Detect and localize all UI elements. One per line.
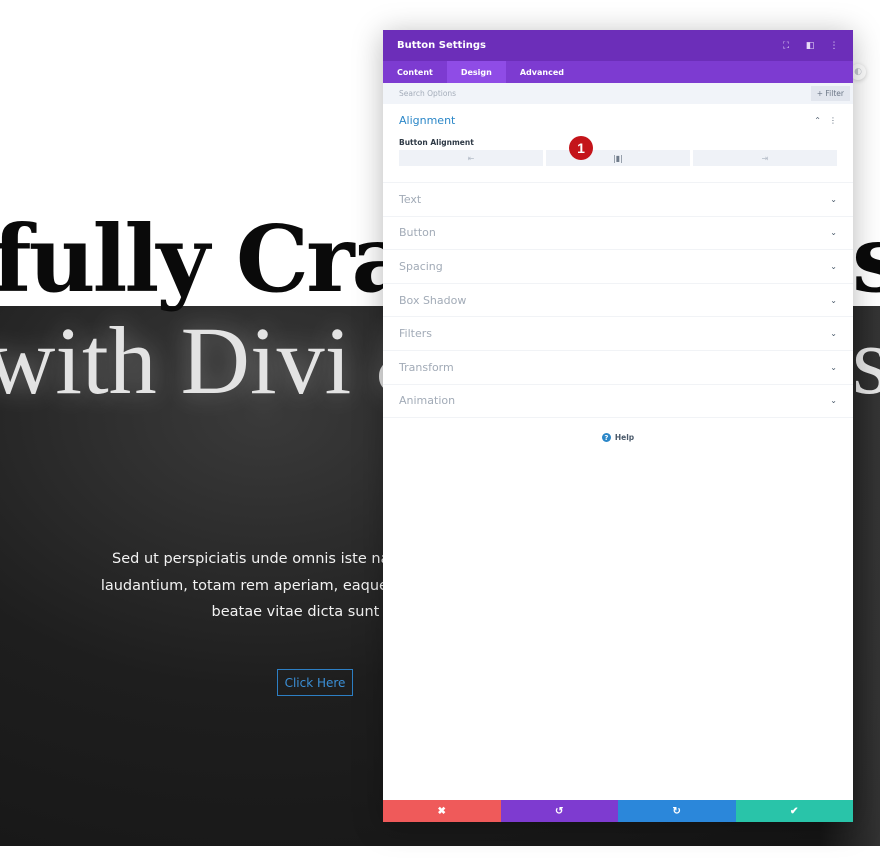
- hero-title-fragment: s: [852, 205, 880, 313]
- section-title: Spacing: [399, 259, 443, 273]
- section-title: Button: [399, 226, 436, 240]
- search-row: + Filter: [383, 83, 853, 104]
- help-icon: ?: [601, 433, 611, 443]
- more-options-icon[interactable]: ⋮: [829, 116, 837, 125]
- button-settings-modal: Button Settings ⛶ ◧ ⋮ Content Design Adv…: [383, 30, 853, 822]
- modal-tabs: Content Design Advanced: [383, 61, 853, 83]
- split-view-icon[interactable]: ◧: [805, 41, 815, 51]
- section-filters[interactable]: Filters ⌄: [383, 317, 853, 351]
- chevron-down-icon: ⌄: [830, 194, 837, 204]
- section-title: Filters: [399, 327, 432, 341]
- align-left-button[interactable]: ⇤: [399, 150, 543, 166]
- align-right-button[interactable]: ⇥: [693, 150, 837, 166]
- header-icons: ⛶ ◧ ⋮: [781, 41, 839, 51]
- section-animation[interactable]: Animation ⌄: [383, 385, 853, 419]
- search-options-input[interactable]: [399, 89, 699, 98]
- button-alignment-label: Button Alignment: [399, 138, 474, 147]
- modal-header: Button Settings ⛶ ◧ ⋮: [383, 30, 853, 61]
- section-box-shadow[interactable]: Box Shadow ⌄: [383, 284, 853, 318]
- undo-button[interactable]: ↺: [500, 800, 618, 822]
- save-button[interactable]: ✔: [735, 800, 853, 822]
- section-spacing[interactable]: Spacing ⌄: [383, 250, 853, 284]
- align-center-icon: |▮|: [613, 153, 623, 163]
- chevron-down-icon: ⌄: [830, 261, 837, 271]
- chevron-up-icon[interactable]: ⌃: [814, 116, 821, 125]
- page-bottom-strip: [0, 846, 880, 863]
- section-title: Transform: [399, 360, 454, 374]
- step-badge: 1: [569, 136, 593, 160]
- section-alignment: Alignment ⌃ ⋮ Button Alignment ⇤ |▮| ⇥ 1: [383, 104, 853, 183]
- section-controls: ⌃ ⋮: [814, 116, 837, 125]
- section-text[interactable]: Text ⌄: [383, 183, 853, 217]
- section-button[interactable]: Button ⌄: [383, 217, 853, 251]
- fullscreen-icon[interactable]: ⛶: [781, 41, 791, 51]
- align-right-icon: ⇥: [761, 153, 769, 163]
- section-transform[interactable]: Transform ⌄: [383, 351, 853, 385]
- more-options-icon[interactable]: ⋮: [829, 41, 839, 51]
- tab-content[interactable]: Content: [383, 61, 447, 83]
- section-title: Animation: [399, 394, 456, 408]
- chevron-down-icon: ⌄: [830, 329, 837, 339]
- hero-subtitle-fragment: s: [852, 307, 880, 414]
- button-alignment-options: ⇤ |▮| ⇥ 1: [399, 136, 837, 166]
- section-title: Alignment: [399, 114, 456, 127]
- hero-title: fully Craf: [0, 205, 448, 313]
- tab-design[interactable]: Design: [446, 61, 506, 83]
- modal-title: Button Settings: [397, 40, 486, 51]
- help-link[interactable]: ? Help: [383, 433, 853, 443]
- modal-body-spacer: [383, 442, 853, 800]
- filter-button[interactable]: + Filter: [810, 86, 850, 101]
- chevron-down-icon: ⌄: [830, 396, 837, 406]
- click-here-button[interactable]: Click Here: [277, 669, 353, 696]
- chevron-down-icon: ⌄: [830, 295, 837, 305]
- align-left-icon: ⇤: [467, 153, 475, 163]
- tab-advanced[interactable]: Advanced: [506, 61, 578, 83]
- chevron-down-icon: ⌄: [830, 362, 837, 372]
- redo-button[interactable]: ↻: [618, 800, 736, 822]
- section-alignment-header[interactable]: Alignment ⌃ ⋮: [399, 114, 837, 127]
- align-center-button[interactable]: |▮|: [546, 150, 690, 166]
- section-title: Box Shadow: [399, 293, 467, 307]
- chevron-down-icon: ⌄: [830, 228, 837, 238]
- cancel-button[interactable]: ✖: [383, 800, 501, 822]
- help-label: Help: [614, 433, 635, 443]
- modal-footer: ✖ ↺ ↻ ✔: [383, 800, 853, 822]
- section-title: Text: [399, 192, 422, 206]
